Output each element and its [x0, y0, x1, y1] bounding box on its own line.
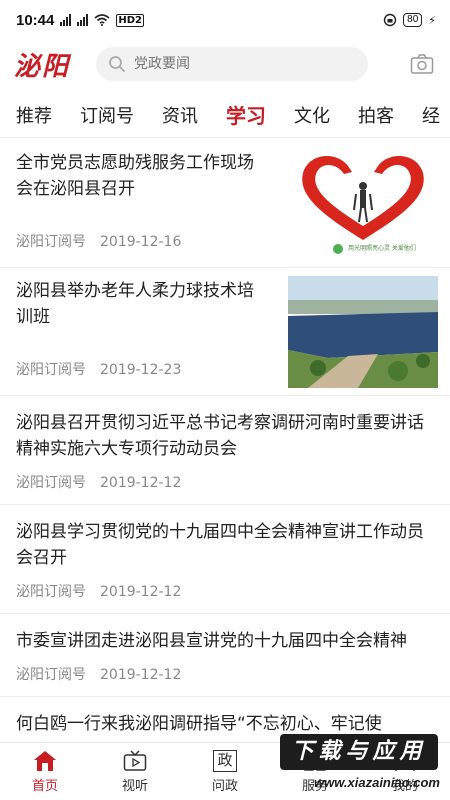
nav-home[interactable]: 首页	[0, 743, 90, 800]
news-item[interactable]: 泌阳县举办老年人柔力球技术培训班 泌阳订阅号 2019-12-23	[0, 268, 450, 396]
nav-label: 问政	[211, 779, 238, 794]
news-meta: 泌阳订阅号 2019-12-12	[16, 664, 434, 684]
nav-label: 首页	[31, 779, 58, 794]
tab-subscriptions[interactable]: 订阅号	[64, 102, 146, 128]
news-item[interactable]: 市委宣讲团走进泌阳县宣讲党的十九届四中全会精神 泌阳订阅号 2019-12-12	[0, 614, 450, 697]
news-date: 2019-12-12	[100, 475, 182, 491]
nav-media[interactable]: 视听	[90, 743, 180, 800]
news-meta: 泌阳订阅号 2019-12-12	[16, 472, 434, 492]
zheng-icon: 政	[212, 749, 238, 773]
status-bar: 10:44 HD2 80 ⚡	[0, 0, 450, 40]
search-input[interactable]	[134, 56, 334, 72]
news-meta: 泌阳订阅号 2019-12-12	[16, 581, 434, 601]
news-date: 2019-12-12	[100, 667, 182, 683]
search-bar[interactable]	[96, 47, 368, 81]
tab-photo[interactable]: 拍客	[342, 102, 406, 128]
charging-icon: ⚡	[428, 13, 436, 27]
watermark-text: 下载与应用	[280, 734, 438, 770]
news-source: 泌阳订阅号	[16, 362, 86, 378]
news-date: 2019-12-16	[100, 234, 182, 250]
tab-news[interactable]: 资讯	[146, 102, 210, 128]
home-icon	[32, 749, 58, 773]
zheng-glyph: 政	[213, 750, 237, 772]
camera-icon	[410, 53, 434, 75]
wifi-icon	[94, 14, 110, 26]
news-title: 市委宣讲团走进泌阳县宣讲党的十九届四中全会精神	[16, 631, 407, 651]
app-header: 泌阳	[0, 40, 450, 88]
tab-economy[interactable]: 经	[406, 102, 450, 128]
tab-study[interactable]: 学习	[210, 100, 278, 129]
watermark-url: www.xiazainiao.com	[314, 775, 440, 790]
news-source: 泌阳订阅号	[16, 234, 86, 250]
nav-label: 视听	[121, 779, 148, 794]
news-meta: 泌阳订阅号 2019-12-16	[16, 231, 181, 251]
signal-icon	[60, 14, 72, 26]
thumbnail-caption: 用光明照亮心灵 关爱他们	[348, 245, 416, 252]
news-title: 全市党员志愿助残服务工作现场会在泌阳县召开	[16, 153, 254, 199]
news-title: 泌阳县学习贯彻党的十九届四中全会精神宣讲工作动员会召开	[16, 522, 424, 568]
news-list: 全市党员志愿助残服务工作现场会在泌阳县召开 泌阳订阅号 2019-12-16 用光…	[0, 140, 450, 749]
status-time: 10:44	[16, 11, 55, 29]
news-item[interactable]: 泌阳县召开贯彻习近平总书记考察调研河南时重要讲话精神实施六大专项行动动员会 泌阳…	[0, 396, 450, 505]
news-date: 2019-12-12	[100, 584, 182, 600]
battery-icon: 80	[403, 13, 423, 27]
hd-badge: HD2	[116, 13, 145, 27]
nav-politics[interactable]: 政 问政	[180, 743, 270, 800]
news-thumbnail: 用光明照亮心灵 关爱他们	[288, 148, 438, 260]
watermark: 下载与应用 www.xiazainiao.com	[268, 732, 446, 794]
news-item[interactable]: 泌阳县学习贯彻党的十九届四中全会精神宣讲工作动员会召开 泌阳订阅号 2019-12…	[0, 505, 450, 614]
tv-icon	[122, 749, 148, 773]
category-tabs: 推荐 订阅号 资讯 学习 文化 拍客 经	[0, 92, 450, 138]
news-title: 泌阳县举办老年人柔力球技术培训班	[16, 281, 254, 327]
news-thumbnail	[288, 276, 438, 388]
tab-culture[interactable]: 文化	[278, 102, 342, 128]
lake-park-photo	[288, 276, 438, 388]
news-title: 泌阳县召开贯彻习近平总书记考察调研河南时重要讲话精神实施六大专项行动动员会	[16, 413, 424, 459]
app-logo: 泌阳	[14, 51, 71, 82]
news-meta: 泌阳订阅号 2019-12-23	[16, 359, 181, 379]
alarm-icon	[383, 13, 397, 27]
tab-recommend[interactable]: 推荐	[0, 102, 64, 128]
camera-button[interactable]	[408, 50, 436, 78]
news-source: 泌阳订阅号	[16, 584, 86, 600]
news-source: 泌阳订阅号	[16, 475, 86, 491]
news-item[interactable]: 全市党员志愿助残服务工作现场会在泌阳县召开 泌阳订阅号 2019-12-16 用光…	[0, 140, 450, 268]
search-icon	[108, 55, 126, 73]
news-date: 2019-12-23	[100, 362, 182, 378]
signal-icon	[77, 14, 89, 26]
news-source: 泌阳订阅号	[16, 667, 86, 683]
